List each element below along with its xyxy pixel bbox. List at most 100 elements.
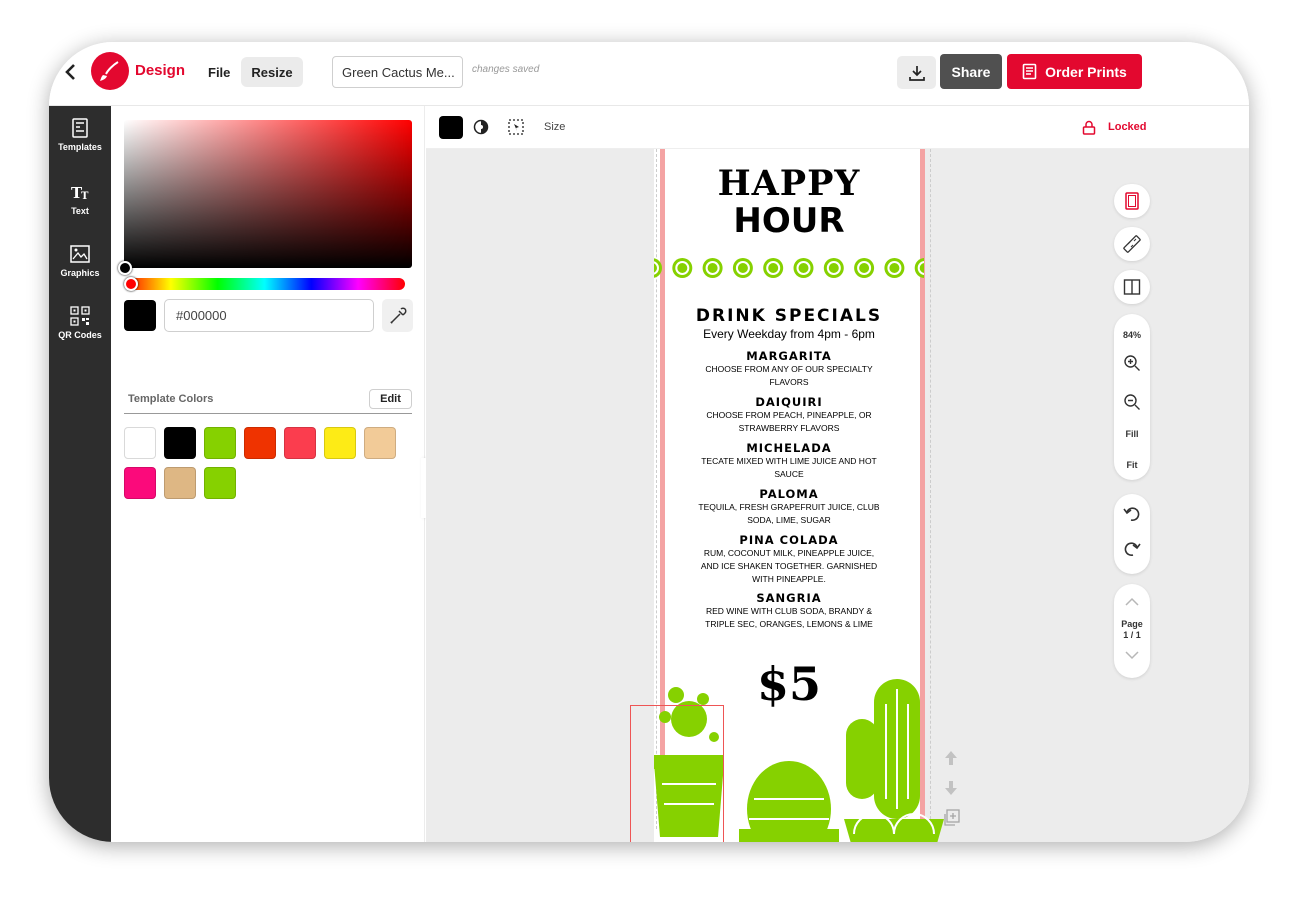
brush-logo-icon bbox=[91, 52, 129, 90]
chevron-down-icon bbox=[1125, 651, 1139, 660]
selected-cactus-bounding-box[interactable] bbox=[630, 705, 724, 842]
zoom-in-button[interactable] bbox=[1120, 351, 1144, 375]
next-page-button[interactable] bbox=[1120, 643, 1144, 667]
contrast-icon[interactable] bbox=[473, 119, 489, 135]
undo-button[interactable] bbox=[1120, 502, 1144, 526]
drink-item[interactable]: DAIQUIRI CHOOSE FROM PEACH, PINEAPPLE, OR… bbox=[654, 395, 924, 435]
download-icon bbox=[908, 65, 925, 81]
resize-button[interactable]: Resize bbox=[241, 57, 303, 87]
prints-icon bbox=[1022, 63, 1037, 80]
size-button[interactable]: Size bbox=[544, 121, 565, 133]
back-arrow-icon[interactable] bbox=[61, 61, 79, 83]
drink-item[interactable]: MARGARITA CHOOSE FROM ANY OF OUR SPECIALT… bbox=[654, 349, 924, 389]
chevron-up-icon bbox=[1125, 597, 1139, 606]
drink-name: MICHELADA bbox=[746, 441, 832, 455]
menu-title-hour[interactable]: HOUR bbox=[654, 201, 924, 241]
template-color-swatch[interactable] bbox=[284, 427, 316, 459]
drink-item[interactable]: PALOMA TEQUILA, FRESH GRAPEFRUIT JUICE, C… bbox=[654, 487, 924, 527]
hex-color-input[interactable] bbox=[164, 299, 374, 332]
sidebar-item-templates[interactable]: Templates bbox=[49, 118, 111, 152]
share-button[interactable]: Share bbox=[940, 54, 1002, 89]
sidebar-item-label: Templates bbox=[58, 142, 102, 152]
zoom-level: 84% bbox=[1122, 330, 1141, 340]
template-color-swatch[interactable] bbox=[124, 467, 156, 499]
zoom-fit-button[interactable]: Fit bbox=[1110, 460, 1154, 470]
edit-colors-button[interactable]: Edit bbox=[369, 389, 412, 409]
divider bbox=[124, 413, 412, 414]
download-button[interactable] bbox=[897, 56, 936, 89]
page-view-button[interactable] bbox=[1120, 189, 1144, 213]
duplicate-icon[interactable] bbox=[942, 809, 960, 827]
crop-icon[interactable] bbox=[507, 118, 525, 136]
drink-description: CHOOSE FROM ANY OF OUR SPECIALTY FLAVORS bbox=[705, 364, 873, 387]
hue-slider[interactable] bbox=[124, 278, 405, 290]
previous-page-button[interactable] bbox=[1120, 590, 1144, 614]
template-color-swatch[interactable] bbox=[204, 427, 236, 459]
green-dot bbox=[763, 258, 784, 278]
sidebar-item-graphics[interactable]: Graphics bbox=[49, 244, 111, 278]
template-color-swatch[interactable] bbox=[244, 427, 276, 459]
undo-icon bbox=[1123, 507, 1140, 521]
saturation-value-picker[interactable] bbox=[124, 120, 412, 268]
saturation-handle[interactable] bbox=[118, 261, 132, 275]
page-view-icon bbox=[1125, 192, 1139, 210]
drink-item[interactable]: SANGRIA RED WINE WITH CLUB SODA, BRANDY &… bbox=[654, 591, 924, 631]
template-color-swatch[interactable] bbox=[324, 427, 356, 459]
drink-specials-subheading[interactable]: Every Weekday from 4pm - 6pm bbox=[654, 327, 924, 341]
drink-specials-heading[interactable]: DRINK SPECIALS bbox=[654, 306, 924, 326]
sidebar-item-label: QR Codes bbox=[58, 330, 102, 340]
zoom-fill-button[interactable]: Fill bbox=[1110, 429, 1154, 439]
drink-name: DAIQUIRI bbox=[755, 395, 823, 409]
template-colors-label: Template Colors bbox=[128, 393, 214, 405]
menu-title-happy[interactable]: HAPPY bbox=[654, 163, 924, 204]
file-menu-button[interactable]: File bbox=[199, 57, 239, 87]
template-color-swatch[interactable] bbox=[164, 427, 196, 459]
sidebar-item-text[interactable]: TT Text bbox=[49, 182, 111, 216]
fill-color-button[interactable] bbox=[439, 116, 463, 139]
delete-icon[interactable] bbox=[942, 841, 960, 842]
drink-name: PINA COLADA bbox=[739, 533, 839, 547]
green-dot bbox=[672, 258, 693, 278]
template-color-swatch[interactable] bbox=[164, 467, 196, 499]
move-up-icon[interactable] bbox=[942, 749, 960, 767]
sidebar-item-qr-codes[interactable]: QR Codes bbox=[49, 306, 111, 340]
drink-description: TEQUILA, FRESH GRAPEFRUIT JUICE, CLUB SO… bbox=[698, 502, 880, 525]
hue-slider-handle[interactable] bbox=[124, 277, 138, 291]
spread-view-button[interactable] bbox=[1120, 275, 1144, 299]
templates-icon bbox=[72, 118, 88, 138]
ruler-button[interactable] bbox=[1120, 232, 1144, 256]
lock-icon[interactable] bbox=[1082, 120, 1096, 135]
drink-description: RUM, COCONUT MILK, PINEAPPLE JUICE, AND … bbox=[700, 548, 878, 584]
app-label[interactable]: Design bbox=[135, 62, 185, 79]
dot-border-graphic[interactable] bbox=[654, 256, 924, 280]
redo-icon bbox=[1124, 542, 1141, 556]
ruler-icon bbox=[1123, 235, 1141, 253]
document-name-field[interactable]: Green Cactus Me... bbox=[332, 56, 463, 88]
graphics-icon bbox=[70, 245, 90, 263]
drink-description: TECATE MIXED WITH LIME JUICE AND HOT SAU… bbox=[701, 456, 877, 479]
move-down-icon[interactable] bbox=[942, 779, 960, 797]
template-color-swatch[interactable] bbox=[364, 427, 396, 459]
green-dot bbox=[884, 258, 905, 278]
order-prints-button[interactable]: Order Prints bbox=[1007, 54, 1142, 89]
qr-code-icon bbox=[70, 306, 90, 326]
template-color-swatch[interactable] bbox=[204, 467, 236, 499]
svg-text:T: T bbox=[81, 191, 89, 202]
drink-item[interactable]: PINA COLADA RUM, COCONUT MILK, PINEAPPLE … bbox=[654, 533, 924, 586]
eyedropper-button[interactable] bbox=[382, 299, 413, 332]
text-icon: TT bbox=[71, 184, 89, 202]
redo-button[interactable] bbox=[1120, 537, 1144, 561]
drink-description: CHOOSE FROM PEACH, PINEAPPLE, OR STRAWBE… bbox=[706, 410, 872, 433]
zoom-out-icon bbox=[1124, 394, 1140, 410]
element-toolbar: Size Locked bbox=[426, 106, 1249, 149]
drink-item[interactable]: MICHELADA TECATE MIXED WITH LIME JUICE AN… bbox=[654, 441, 924, 481]
green-dot bbox=[732, 258, 753, 278]
page-label: Page bbox=[1121, 619, 1143, 629]
template-color-swatch[interactable] bbox=[124, 427, 156, 459]
eyedropper-icon bbox=[389, 307, 406, 324]
drink-name: SANGRIA bbox=[756, 591, 822, 605]
zoom-out-button[interactable] bbox=[1120, 390, 1144, 414]
save-status: changes saved bbox=[472, 64, 540, 75]
drink-description: RED WINE WITH CLUB SODA, BRANDY & TRIPLE… bbox=[705, 606, 873, 629]
locked-status[interactable]: Locked bbox=[1108, 121, 1147, 133]
